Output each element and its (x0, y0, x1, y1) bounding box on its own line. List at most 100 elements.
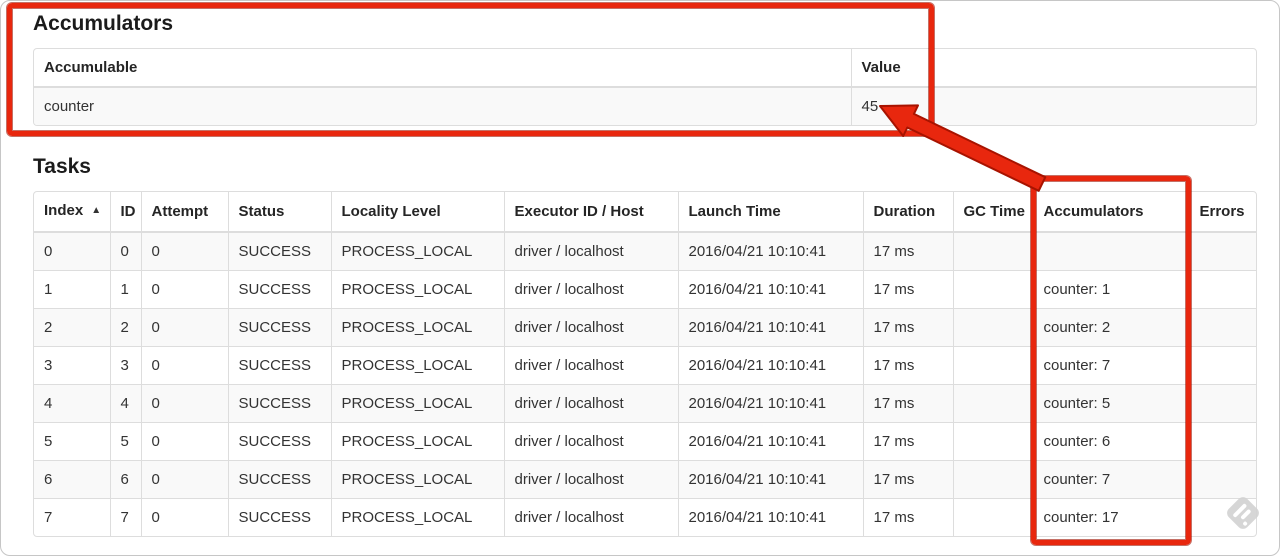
cell-index: 7 (34, 498, 111, 536)
col-header-errors[interactable]: Errors (1189, 192, 1256, 233)
cell-attempt: 0 (141, 232, 229, 271)
cell-attempt: 0 (141, 384, 229, 423)
cell-locality-level: PROCESS_LOCAL (331, 460, 505, 499)
cell-status: SUCCESS (228, 498, 332, 536)
cell-locality-level: PROCESS_LOCAL (331, 308, 505, 347)
skitch-pencil-icon (1224, 494, 1262, 532)
table-row: counter 45 (34, 87, 1256, 125)
cell-errors (1189, 270, 1256, 309)
cell-duration: 17 ms (863, 308, 954, 347)
cell-gc-time (953, 498, 1034, 536)
cell-launch-time: 2016/04/21 10:10:41 (678, 384, 864, 423)
cell-accumulators: counter: 7 (1033, 346, 1190, 385)
cell-accumulators: counter: 7 (1033, 460, 1190, 499)
col-header-duration[interactable]: Duration (863, 192, 954, 233)
cell-status: SUCCESS (228, 460, 332, 499)
cell-gc-time (953, 232, 1034, 271)
cell-status: SUCCESS (228, 384, 332, 423)
cell-value: 45 (861, 98, 879, 115)
cell-executor-id-host: driver / localhost (504, 384, 679, 423)
task-row: 0 0 0 SUCCESS PROCESS_LOCAL driver / loc… (34, 232, 1256, 271)
task-row: 1 1 0 SUCCESS PROCESS_LOCAL driver / loc… (34, 270, 1256, 309)
page-content: Accumulators Accumulable Value counter 4… (33, 0, 1257, 537)
col-header-value[interactable]: Value (851, 49, 1256, 88)
table-header-row: Accumulable Value (34, 49, 1256, 88)
cell-locality-level: PROCESS_LOCAL (331, 270, 505, 309)
col-header-attempt[interactable]: Attempt (141, 192, 229, 233)
cell-accumulators: counter: 6 (1033, 422, 1190, 461)
col-header-accumulable[interactable]: Accumulable (34, 49, 852, 88)
cell-id: 4 (110, 384, 142, 423)
cell-id: 6 (110, 460, 142, 499)
cell-accumulators: counter: 2 (1033, 308, 1190, 347)
cell-gc-time (953, 270, 1034, 309)
cell-executor-id-host: driver / localhost (504, 346, 679, 385)
task-row: 2 2 0 SUCCESS PROCESS_LOCAL driver / loc… (34, 308, 1256, 347)
cell-id: 2 (110, 308, 142, 347)
accumulators-table: Accumulable Value counter 45 (33, 48, 1257, 126)
cell-errors (1189, 308, 1256, 347)
cell-locality-level: PROCESS_LOCAL (331, 498, 505, 536)
cell-gc-time (953, 308, 1034, 347)
col-header-index[interactable]: Index ▲ (34, 192, 111, 233)
cell-launch-time: 2016/04/21 10:10:41 (678, 308, 864, 347)
col-header-locality-level[interactable]: Locality Level (331, 192, 505, 233)
cell-attempt: 0 (141, 270, 229, 309)
cell-accumulators: counter: 17 (1033, 498, 1190, 536)
table-header-row: Index ▲ ID Attempt Status Locality Level … (34, 192, 1256, 233)
cell-status: SUCCESS (228, 232, 332, 271)
cell-accumulators: counter: 1 (1033, 270, 1190, 309)
cell-executor-id-host: driver / localhost (504, 308, 679, 347)
col-header-index-label: Index (44, 202, 84, 219)
cell-status: SUCCESS (228, 422, 332, 461)
cell-id: 7 (110, 498, 142, 536)
cell-accumulable: counter (34, 87, 852, 125)
cell-errors (1189, 384, 1256, 423)
tasks-heading: Tasks (33, 155, 91, 178)
cell-launch-time: 2016/04/21 10:10:41 (678, 460, 864, 499)
cell-launch-time: 2016/04/21 10:10:41 (678, 232, 864, 271)
cell-index: 3 (34, 346, 111, 385)
cell-duration: 17 ms (863, 422, 954, 461)
cell-attempt: 0 (141, 308, 229, 347)
col-header-id[interactable]: ID (110, 192, 142, 233)
cell-attempt: 0 (141, 422, 229, 461)
cell-launch-time: 2016/04/21 10:10:41 (678, 346, 864, 385)
cell-gc-time (953, 384, 1034, 423)
cell-id: 5 (110, 422, 142, 461)
cell-status: SUCCESS (228, 270, 332, 309)
task-row: 6 6 0 SUCCESS PROCESS_LOCAL driver / loc… (34, 460, 1256, 499)
cell-status: SUCCESS (228, 346, 332, 385)
cell-executor-id-host: driver / localhost (504, 270, 679, 309)
sort-ascending-icon: ▲ (91, 205, 102, 216)
cell-executor-id-host: driver / localhost (504, 232, 679, 271)
cell-launch-time: 2016/04/21 10:10:41 (678, 422, 864, 461)
col-header-accumulators[interactable]: Accumulators (1033, 192, 1190, 233)
cell-errors (1189, 346, 1256, 385)
cell-locality-level: PROCESS_LOCAL (331, 346, 505, 385)
cell-locality-level: PROCESS_LOCAL (331, 422, 505, 461)
cell-index: 6 (34, 460, 111, 499)
cell-locality-level: PROCESS_LOCAL (331, 232, 505, 271)
cell-index: 2 (34, 308, 111, 347)
cell-executor-id-host: driver / localhost (504, 422, 679, 461)
col-header-status[interactable]: Status (228, 192, 332, 233)
task-row: 4 4 0 SUCCESS PROCESS_LOCAL driver / loc… (34, 384, 1256, 423)
cell-launch-time: 2016/04/21 10:10:41 (678, 270, 864, 309)
cell-duration: 17 ms (863, 498, 954, 536)
cell-duration: 17 ms (863, 384, 954, 423)
cell-errors (1189, 422, 1256, 461)
cell-index: 4 (34, 384, 111, 423)
cell-attempt: 0 (141, 346, 229, 385)
cell-executor-id-host: driver / localhost (504, 498, 679, 536)
cell-id: 3 (110, 346, 142, 385)
col-header-executor-id-host[interactable]: Executor ID / Host (504, 192, 679, 233)
cell-accumulators: counter: 5 (1033, 384, 1190, 423)
cell-gc-time (953, 460, 1034, 499)
cell-index: 0 (34, 232, 111, 271)
cell-duration: 17 ms (863, 232, 954, 271)
tasks-table: Index ▲ ID Attempt Status Locality Level … (33, 191, 1257, 537)
cell-locality-level: PROCESS_LOCAL (331, 384, 505, 423)
col-header-gc-time[interactable]: GC Time (953, 192, 1034, 233)
col-header-launch-time[interactable]: Launch Time (678, 192, 864, 233)
